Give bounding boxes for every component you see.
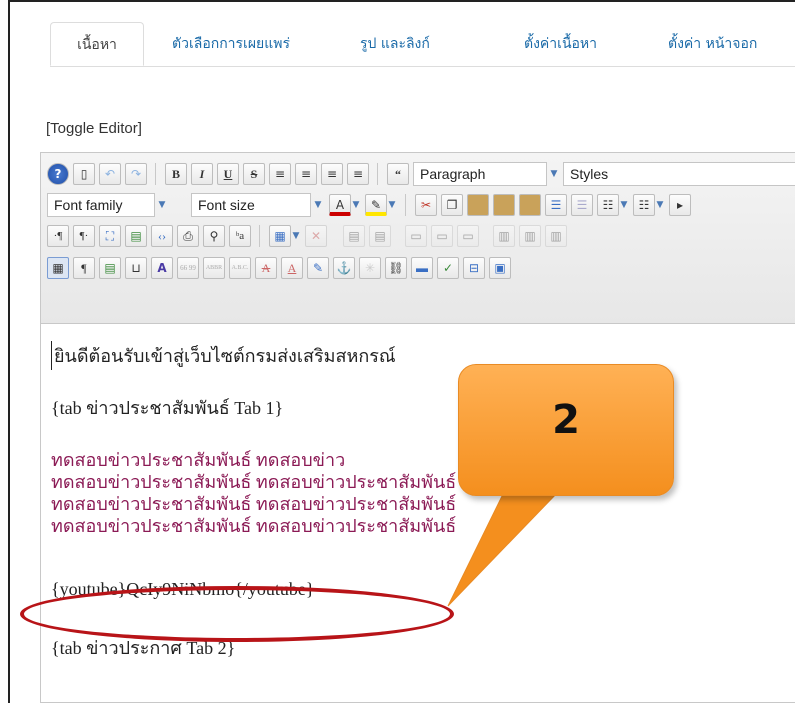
highlight-oval <box>20 586 454 642</box>
callout-box: 2 <box>458 364 674 496</box>
callout-number: 2 <box>552 397 580 443</box>
